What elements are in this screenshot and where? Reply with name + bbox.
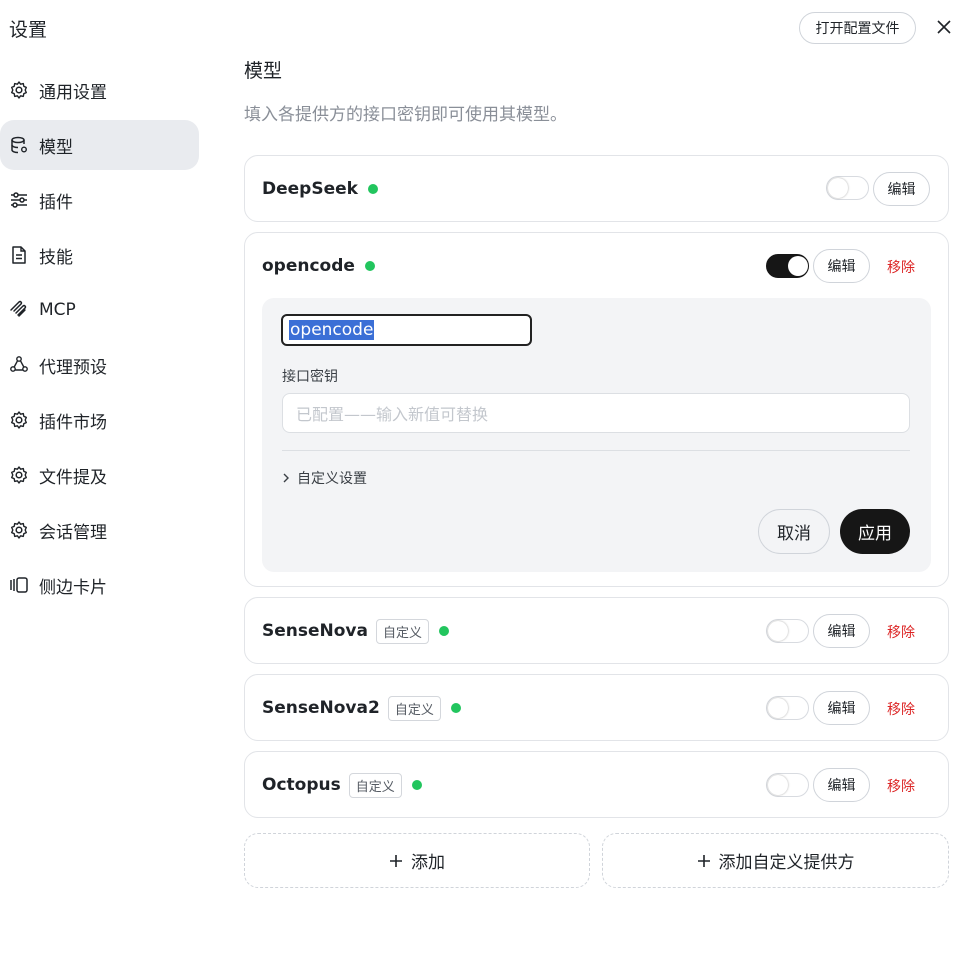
custom-badge: 自定义 — [348, 772, 402, 798]
sidebar-item-agent-presets[interactable]: 代理预设 — [0, 340, 199, 390]
sidebar-item-models[interactable]: 模型 — [0, 120, 199, 170]
mcp-icon — [9, 300, 29, 320]
sidebar-item-general[interactable]: 通用设置 — [0, 65, 199, 115]
status-dot — [439, 626, 449, 636]
remove-button[interactable]: 移除 — [887, 622, 915, 642]
status-dot — [364, 261, 375, 271]
provider-enable-toggle[interactable] — [766, 773, 809, 797]
toggle-knob — [768, 698, 788, 718]
add-custom-provider-button[interactable]: 添加自定义提供方 — [602, 833, 949, 888]
remove-button[interactable]: 移除 — [887, 699, 915, 719]
sliders-icon — [9, 190, 29, 210]
edit-button[interactable]: 编辑 — [813, 614, 870, 648]
sidebar-item-session-management[interactable]: 会话管理 — [0, 505, 199, 555]
provider-card: SenseNova2 自定义 编辑 移除 — [244, 674, 949, 741]
page-description: 填入各提供方的接口密钥即可使用其模型。 — [244, 105, 567, 125]
edit-button[interactable]: 编辑 — [873, 172, 930, 206]
provider-card: DeepSeek 编辑 — [244, 155, 949, 222]
provider-card: Octopus 自定义 编辑 移除 — [244, 751, 949, 818]
sidebar-item-label: 文件提及 — [39, 467, 107, 488]
edit-button[interactable]: 编辑 — [813, 691, 870, 725]
chevron-right-icon — [282, 472, 290, 484]
sidebar-item-mcp[interactable]: MCP — [0, 285, 199, 335]
toggle-knob — [768, 621, 788, 641]
provider-enable-toggle[interactable] — [766, 696, 809, 720]
add-custom-label: 添加自定义提供方 — [718, 853, 855, 873]
provider-card: SenseNova 自定义 编辑 移除 — [244, 597, 949, 664]
divider — [282, 450, 910, 451]
cancel-button[interactable]: 取消 — [758, 509, 830, 554]
api-key-input[interactable]: 已配置——输入新值可替换 — [282, 393, 910, 433]
provider-edit-panel: opencode 接口密钥 已配置——输入新值可替换 自定义设置 取消 应用 — [262, 298, 931, 572]
custom-settings-toggle[interactable]: 自定义设置 — [282, 468, 367, 488]
side-panel-icon — [9, 575, 29, 595]
plus-icon — [697, 854, 711, 868]
status-dot — [367, 184, 378, 194]
sidebar-item-plugin-market[interactable]: 插件市场 — [0, 395, 199, 445]
sidebar-item-skills[interactable]: 技能 — [0, 230, 199, 280]
provider-card-expanded: opencode 编辑 移除 opencode 接口密钥 已配置——输入新值可替… — [244, 232, 949, 587]
toggle-knob — [768, 775, 788, 795]
status-dot — [411, 780, 422, 790]
agent-icon — [9, 355, 29, 375]
add-label: 添加 — [411, 853, 445, 873]
edit-button[interactable]: 编辑 — [813, 249, 870, 283]
sidebar-item-label: 技能 — [39, 247, 73, 268]
gear-icon — [9, 80, 29, 100]
custom-badge: 自定义 — [387, 695, 441, 721]
document-icon — [9, 245, 29, 265]
provider-name: DeepSeek — [262, 179, 358, 199]
provider-name-input[interactable]: opencode — [281, 314, 532, 346]
toggle-knob — [788, 256, 808, 276]
custom-badge: 自定义 — [375, 618, 429, 644]
remove-button[interactable]: 移除 — [887, 257, 915, 277]
sidebar-item-plugins[interactable]: 插件 — [0, 175, 199, 225]
provider-enable-toggle[interactable] — [766, 254, 809, 278]
sidebar-item-label: 模型 — [39, 137, 73, 158]
add-provider-button[interactable]: 添加 — [244, 833, 590, 888]
provider-name: Octopus — [262, 775, 341, 795]
status-dot — [450, 703, 461, 713]
apply-button[interactable]: 应用 — [840, 509, 910, 554]
edit-button[interactable]: 编辑 — [813, 768, 870, 802]
remove-button[interactable]: 移除 — [887, 776, 915, 796]
api-key-label: 接口密钥 — [282, 369, 338, 385]
sidebar-item-label: 插件 — [39, 192, 73, 213]
custom-settings-label: 自定义设置 — [297, 471, 367, 487]
close-icon — [937, 20, 951, 34]
settings-title: 设置 — [9, 19, 48, 41]
provider-enable-toggle[interactable] — [826, 176, 869, 200]
sidebar-item-file-mentions[interactable]: 文件提及 — [0, 450, 199, 500]
sidebar-item-label: MCP — [39, 300, 76, 320]
sidebar-item-label: 代理预设 — [39, 357, 107, 378]
plus-icon — [389, 854, 403, 868]
provider-name: SenseNova — [262, 621, 368, 641]
gear-icon — [9, 410, 29, 430]
sidebar-item-label: 插件市场 — [39, 412, 107, 433]
provider-enable-toggle[interactable] — [766, 619, 809, 643]
toggle-knob — [828, 178, 848, 198]
open-config-button[interactable]: 打开配置文件 — [799, 12, 916, 44]
selected-text: opencode — [289, 320, 375, 340]
gear-icon — [9, 520, 29, 540]
provider-name: opencode — [262, 256, 355, 276]
close-button[interactable] — [933, 16, 955, 38]
sidebar-item-side-cards[interactable]: 侧边卡片 — [0, 560, 199, 610]
sidebar-item-label: 通用设置 — [39, 82, 107, 103]
database-icon — [9, 135, 29, 155]
page-title: 模型 — [244, 60, 283, 82]
provider-name: SenseNova2 — [262, 698, 380, 718]
gear-icon — [9, 465, 29, 485]
sidebar-item-label: 侧边卡片 — [39, 577, 107, 598]
sidebar-item-label: 会话管理 — [39, 522, 107, 543]
